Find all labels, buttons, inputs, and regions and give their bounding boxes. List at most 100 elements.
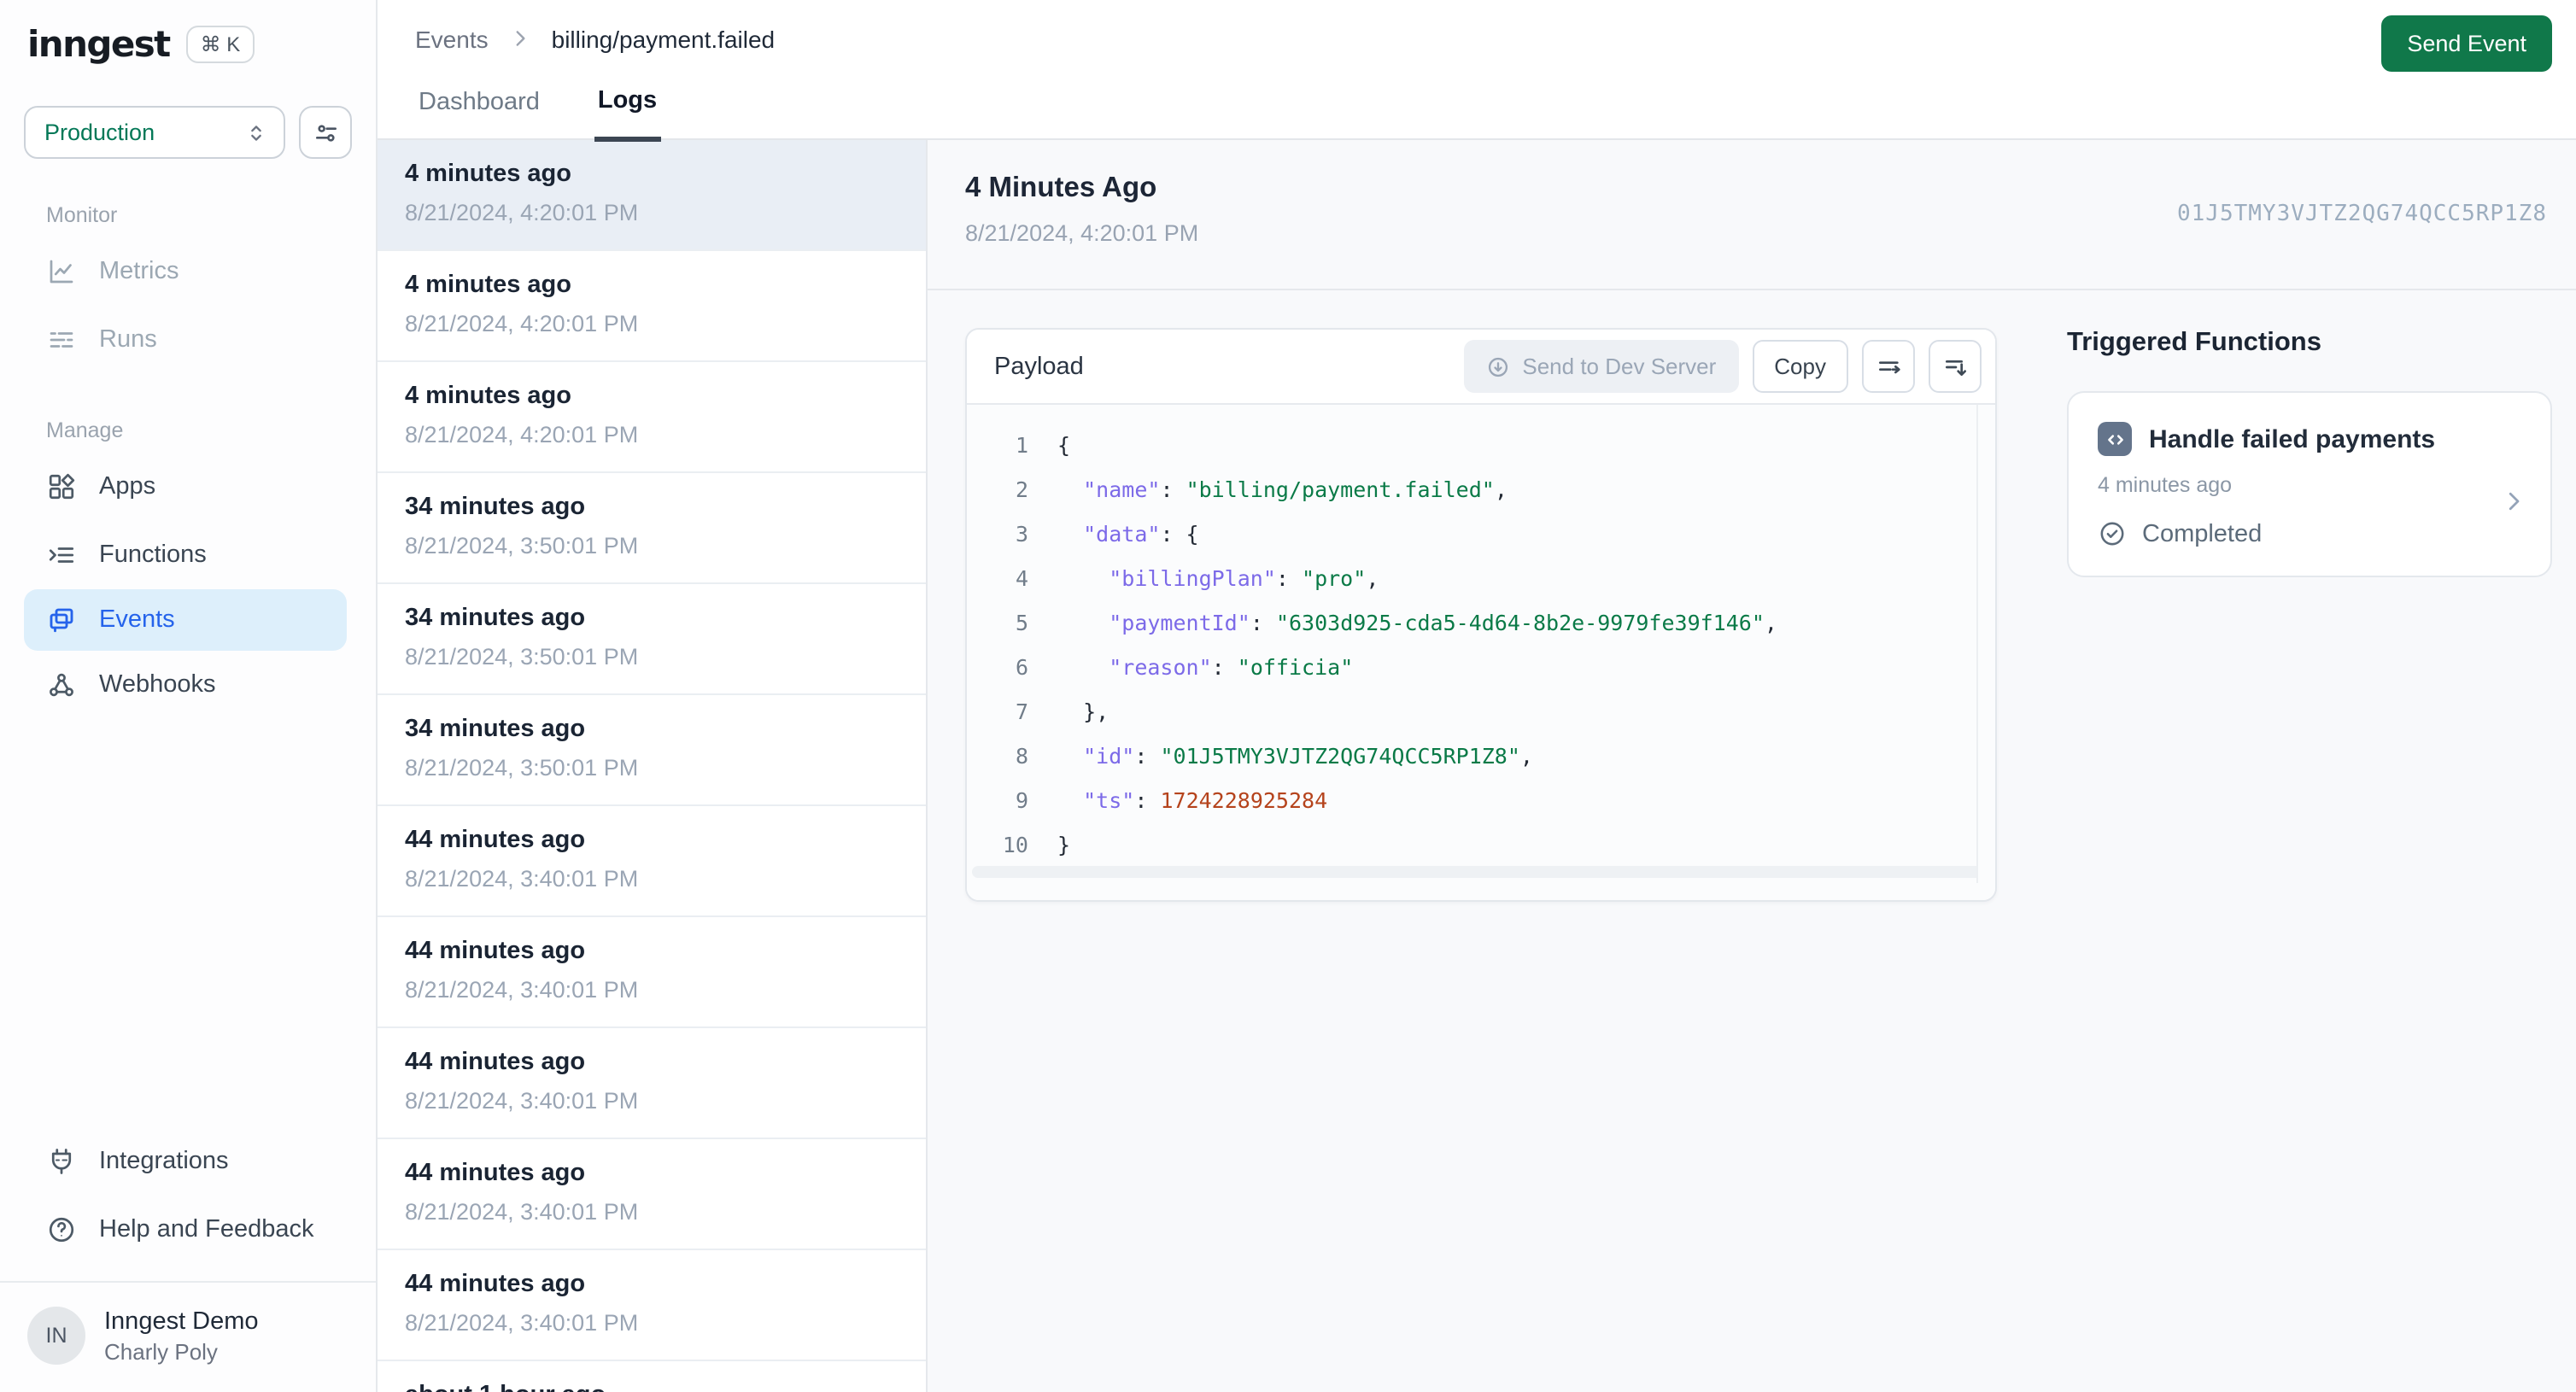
code-line: 3 "data": {	[967, 511, 1995, 555]
sidebar-item-label: Runs	[99, 326, 157, 354]
sidebar: inngest ⌘ K Production Monitor Metrics R…	[0, 0, 378, 1392]
event-row[interactable]: 44 minutes ago 8/21/2024, 3:40:01 PM	[378, 917, 926, 1028]
sidebar-item-metrics[interactable]: Metrics	[0, 237, 376, 306]
sidebar-item-integrations[interactable]: Integrations	[0, 1127, 376, 1196]
detail-title: 4 Minutes Ago	[965, 173, 1157, 203]
arrow-down-circle-icon	[1486, 354, 1510, 378]
divider	[0, 1281, 376, 1283]
event-timestamp: 8/21/2024, 4:20:01 PM	[405, 311, 639, 336]
event-row[interactable]: 4 minutes ago 8/21/2024, 4:20:01 PM	[378, 140, 926, 251]
copy-button[interactable]: Copy	[1752, 340, 1848, 393]
send-event-button[interactable]: Send Event	[2381, 15, 2552, 72]
user-menu[interactable]: IN Inngest Demo Charly Poly	[0, 1303, 376, 1375]
wrap-text-button[interactable]	[1862, 340, 1915, 393]
event-relative-time: 4 minutes ago	[405, 383, 571, 410]
code-editor[interactable]: 1 { 2 "name": "billing/payment.failed", …	[967, 405, 1995, 900]
runs-icon	[46, 325, 77, 355]
event-row[interactable]: about 1 hour ago	[378, 1361, 926, 1392]
sidebar-item-label: Metrics	[99, 258, 179, 285]
scrollbar-horizontal[interactable]	[972, 866, 1990, 878]
event-relative-time: 44 minutes ago	[405, 1271, 586, 1298]
sidebar-item-runs[interactable]: Runs	[0, 306, 376, 374]
copy-label: Copy	[1774, 354, 1826, 379]
sidebar-item-apps[interactable]: Apps	[0, 453, 376, 521]
keyboard-shortcut-badge[interactable]: ⌘ K	[186, 26, 255, 63]
event-row[interactable]: 44 minutes ago 8/21/2024, 3:40:01 PM	[378, 1250, 926, 1361]
sidebar-item-webhooks[interactable]: Webhooks	[0, 651, 376, 719]
sidebar-item-functions[interactable]: Functions	[0, 521, 376, 589]
tab-logs[interactable]: Logs	[594, 77, 661, 142]
event-relative-time: 4 minutes ago	[405, 272, 571, 299]
code-line: 5 "paymentId": "6303d925-cda5-4d64-8b2e-…	[967, 599, 1995, 644]
tab-dashboard[interactable]: Dashboard	[415, 77, 543, 140]
event-relative-time: 34 minutes ago	[405, 716, 586, 743]
event-row[interactable]: 44 minutes ago 8/21/2024, 3:40:01 PM	[378, 1028, 926, 1139]
breadcrumb-current: billing/payment.failed	[551, 25, 776, 52]
line-number: 7	[1015, 698, 1028, 723]
event-row[interactable]: 34 minutes ago 8/21/2024, 3:50:01 PM	[378, 473, 926, 584]
code-line: 7 },	[967, 688, 1995, 733]
webhooks-icon	[46, 670, 77, 700]
section-label-manage: Manage	[46, 418, 124, 442]
wrap-text-icon	[1875, 353, 1902, 380]
sidebar-item-label: Functions	[99, 541, 207, 569]
line-number: 4	[1015, 564, 1028, 590]
metrics-icon	[46, 256, 77, 287]
code-line: 10 }	[967, 822, 1995, 866]
environment-settings-button[interactable]	[299, 106, 352, 159]
section-label-monitor: Monitor	[46, 203, 118, 227]
expand-lines-button[interactable]	[1929, 340, 1982, 393]
sidebar-item-help[interactable]: Help and Feedback	[0, 1196, 376, 1264]
event-relative-time: 34 minutes ago	[405, 605, 586, 632]
code-line: 4 "billingPlan": "pro",	[967, 555, 1995, 599]
chevron-right-icon	[509, 27, 531, 50]
event-list: 4 minutes ago 8/21/2024, 4:20:01 PM 4 mi…	[378, 140, 928, 1392]
event-timestamp: 8/21/2024, 3:40:01 PM	[405, 977, 639, 1003]
sidebar-item-events[interactable]: Events	[24, 589, 347, 651]
status-label: Completed	[2142, 520, 2263, 547]
sidebar-item-label: Webhooks	[99, 671, 216, 699]
topbar: Events billing/payment.failed Dashboard …	[378, 0, 2576, 142]
payload-title: Payload	[994, 353, 1084, 380]
main: Events billing/payment.failed Dashboard …	[378, 0, 2576, 1392]
environment-row: Production	[24, 106, 352, 159]
event-row[interactable]: 34 minutes ago 8/21/2024, 3:50:01 PM	[378, 695, 926, 806]
event-timestamp: 8/21/2024, 3:50:01 PM	[405, 755, 639, 781]
user-org: Inngest Demo	[104, 1307, 259, 1335]
integrations-icon	[46, 1146, 77, 1177]
event-row[interactable]: 44 minutes ago 8/21/2024, 3:40:01 PM	[378, 1139, 926, 1250]
send-to-dev-server-label: Send to Dev Server	[1522, 354, 1717, 379]
event-timestamp: 8/21/2024, 3:40:01 PM	[405, 1310, 639, 1336]
chevron-up-down-icon	[244, 120, 268, 144]
event-row[interactable]: 34 minutes ago 8/21/2024, 3:50:01 PM	[378, 584, 926, 695]
line-number: 10	[1002, 831, 1028, 857]
breadcrumb-events-link[interactable]: Events	[415, 25, 489, 52]
event-timestamp: 8/21/2024, 4:20:01 PM	[405, 200, 639, 225]
app: inngest ⌘ K Production Monitor Metrics R…	[0, 0, 2576, 1392]
events-icon	[46, 605, 77, 635]
send-to-dev-server-button[interactable]: Send to Dev Server	[1464, 340, 1739, 393]
help-circle-icon	[46, 1214, 77, 1245]
event-relative-time: 44 minutes ago	[405, 1049, 586, 1076]
line-number: 2	[1015, 476, 1028, 501]
event-relative-time: 44 minutes ago	[405, 938, 586, 965]
sliders-icon	[312, 119, 339, 146]
event-row[interactable]: 4 minutes ago 8/21/2024, 4:20:01 PM	[378, 251, 926, 362]
code-line: 6 "reason": "officia"	[967, 644, 1995, 688]
detail-body: Payload Send to Dev Server Copy 1 {2 "n…	[928, 290, 2576, 902]
line-number: 6	[1015, 653, 1028, 679]
check-circle-icon	[2098, 519, 2127, 548]
chevron-right-icon	[2501, 488, 2526, 514]
functions-icon	[46, 540, 77, 570]
event-relative-time: 4 minutes ago	[405, 161, 571, 188]
event-row[interactable]: 4 minutes ago 8/21/2024, 4:20:01 PM	[378, 362, 926, 473]
event-row[interactable]: 44 minutes ago 8/21/2024, 3:40:01 PM	[378, 806, 926, 917]
environment-select[interactable]: Production	[24, 106, 285, 159]
code-line: 2 "name": "billing/payment.failed",	[967, 466, 1995, 511]
event-timestamp: 8/21/2024, 3:50:01 PM	[405, 644, 639, 670]
line-number: 9	[1015, 787, 1028, 812]
scrollbar-vertical[interactable]	[1976, 405, 1995, 883]
event-id: 01J5TMY3VJTZ2QG74QCC5RP1Z8	[2177, 202, 2547, 227]
function-card[interactable]: Handle failed payments 4 minutes ago Com	[2067, 391, 2552, 577]
sidebar-item-label: Help and Feedback	[99, 1216, 314, 1243]
